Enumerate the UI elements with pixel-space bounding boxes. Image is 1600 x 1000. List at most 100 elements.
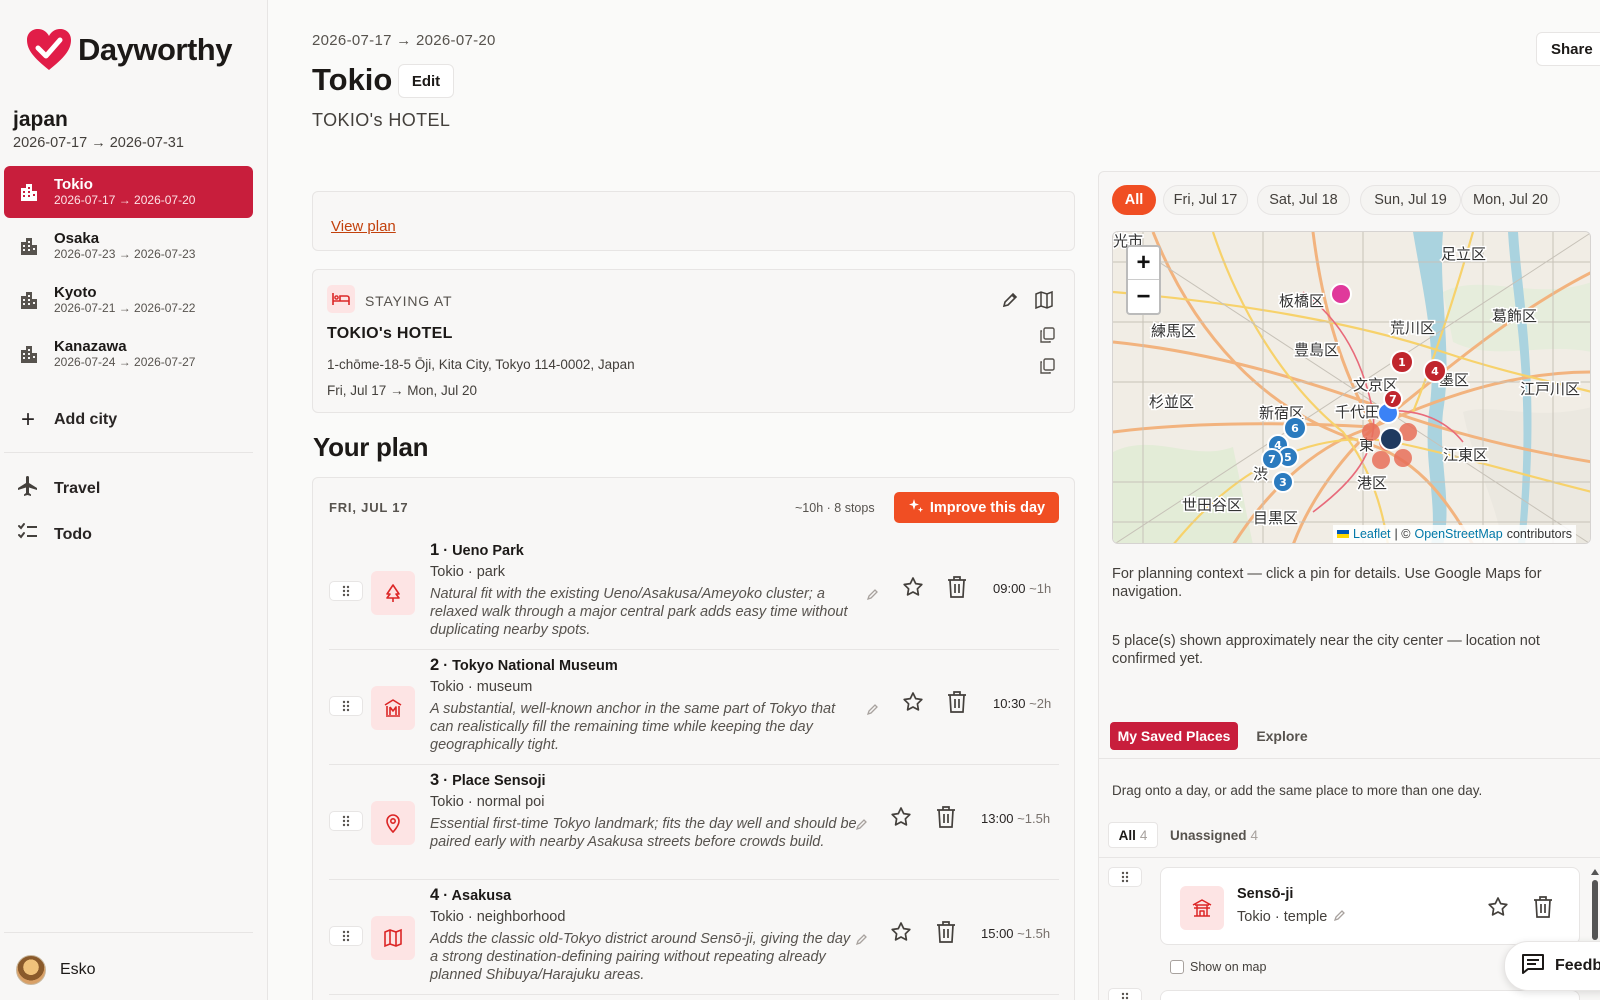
- star-icon[interactable]: [889, 805, 913, 834]
- tree-icon: [371, 571, 415, 615]
- stop-name: Place Sensoji: [452, 773, 546, 789]
- copy-hotel-name-icon[interactable]: [1036, 324, 1058, 346]
- feedback-button[interactable]: Feedback: [1504, 941, 1600, 991]
- edit-city-button[interactable]: Edit: [398, 64, 454, 98]
- edit-pencil-icon[interactable]: [1333, 908, 1347, 926]
- plan-stop[interactable]: 1 · Ueno Park Tokio · park Natural fit w…: [329, 535, 1059, 650]
- edit-note-pencil-icon[interactable]: [866, 702, 880, 721]
- map-label: 世田谷区: [1182, 496, 1242, 514]
- app-name: Dayworthy: [78, 32, 232, 67]
- add-city-label: Add city: [54, 411, 118, 428]
- show-on-map-checkbox[interactable]: [1170, 960, 1184, 974]
- map-label: 荒川区: [1390, 319, 1435, 337]
- map-label: 千代田: [1335, 403, 1380, 421]
- share-button[interactable]: Share: [1536, 32, 1600, 66]
- star-icon[interactable]: [901, 575, 925, 604]
- sidebar-city-osaka[interactable]: Osaka 2026-07-23 → 2026-07-23: [4, 220, 253, 272]
- day-meta: ~10h · 8 stops: [795, 501, 875, 515]
- city-dates: 2026-07-23 → 2026-07-23: [54, 247, 196, 261]
- improve-day-button[interactable]: Improve this day: [894, 492, 1059, 523]
- drag-handle-icon[interactable]: [329, 926, 363, 946]
- edit-hotel-pencil-icon[interactable]: [999, 289, 1021, 311]
- panel-divider: [1099, 758, 1600, 759]
- map-attribution: Leaflet | © OpenStreetMap contributors: [1333, 525, 1577, 543]
- day-filter-all[interactable]: All: [1112, 185, 1156, 215]
- trash-icon[interactable]: [946, 575, 968, 604]
- approx-location-note: 5 place(s) shown approximately near the …: [1112, 633, 1540, 667]
- trash-icon[interactable]: [935, 805, 957, 834]
- edit-note-pencil-icon[interactable]: [866, 587, 880, 606]
- trash-icon[interactable]: [946, 690, 968, 719]
- drag-handle-icon[interactable]: [329, 811, 363, 831]
- stop-subtitle: Tokio · normal poi: [430, 794, 545, 810]
- day-filter-mon[interactable]: Mon, Jul 20: [1461, 185, 1560, 215]
- edit-note-pencil-icon[interactable]: [855, 817, 869, 836]
- svg-text:5: 5: [1284, 451, 1292, 464]
- filter-unassigned[interactable]: Unassigned 4: [1170, 822, 1258, 848]
- view-plan-link[interactable]: View plan: [331, 218, 396, 235]
- stop-start: 09:00: [993, 581, 1026, 596]
- osm-link[interactable]: OpenStreetMap: [1414, 527, 1502, 541]
- tab-explore[interactable]: Explore: [1252, 722, 1312, 750]
- day-filter-fri[interactable]: Fri, Jul 17: [1163, 185, 1248, 215]
- add-city-button[interactable]: + Add city: [16, 406, 117, 434]
- show-hotel-map-icon[interactable]: [1033, 289, 1055, 311]
- star-icon[interactable]: [901, 690, 925, 719]
- checklist-icon: [16, 520, 40, 549]
- drag-handle-icon[interactable]: [329, 581, 363, 601]
- stop-start: 10:30: [993, 696, 1026, 711]
- sidebar-city-kyoto[interactable]: Kyoto 2026-07-21 → 2026-07-22: [4, 274, 253, 326]
- home-marker[interactable]: [1379, 427, 1403, 451]
- sidebar-city-kanazawa[interactable]: Kanazawa 2026-07-24 → 2026-07-27: [4, 328, 253, 380]
- edit-note-pencil-icon[interactable]: [855, 932, 869, 951]
- plan-stop[interactable]: 4 · Asakusa Tokio · neighborhood Adds th…: [329, 880, 1059, 995]
- stop-duration: ~2h: [1029, 696, 1052, 711]
- city-map[interactable]: 光市 足立区 板橋区 葛飾区 練馬区 荒川区 豊島区 文京区 江戸川区 杉並区 …: [1112, 231, 1591, 544]
- hotel-marker[interactable]: [1330, 283, 1352, 305]
- map-tiles: 光市 足立区 板橋区 葛飾区 練馬区 荒川区 豊島区 文京区 江戸川区 杉並区 …: [1113, 232, 1590, 543]
- saved-place-sub-text: Tokio · temple: [1237, 909, 1328, 925]
- saved-place-card[interactable]: [1160, 990, 1580, 1000]
- filter-all[interactable]: All 4: [1108, 822, 1158, 848]
- scrollbar-thumb[interactable]: [1592, 880, 1598, 940]
- copy-hotel-address-icon[interactable]: [1036, 355, 1058, 377]
- map-label: 杉並区: [1149, 393, 1194, 411]
- drag-handle-icon[interactable]: [1108, 988, 1142, 1000]
- city-buildings-icon: [18, 343, 40, 365]
- map-label: 江東区: [1443, 446, 1488, 464]
- page-title: Tokio: [312, 62, 393, 97]
- scroll-up-icon[interactable]: [1591, 868, 1599, 876]
- sidebar-item-travel[interactable]: Travel: [16, 474, 100, 503]
- feedback-label: Feedback: [1555, 957, 1600, 974]
- stop-time: 15:00 ~1.5h: [981, 926, 1050, 941]
- app-logo[interactable]: Dayworthy: [26, 28, 232, 72]
- day-filter-sun[interactable]: Sun, Jul 19: [1360, 185, 1461, 215]
- city-name: Tokio: [54, 176, 93, 193]
- map-label: 豊島区: [1294, 341, 1339, 359]
- drag-handle-icon[interactable]: [1108, 867, 1142, 887]
- trash-icon[interactable]: [1530, 894, 1556, 920]
- attribution-separator: | ©: [1394, 527, 1411, 541]
- stop-name: Asakusa: [451, 888, 512, 904]
- sidebar-item-todo[interactable]: Todo: [16, 520, 92, 549]
- svg-text:1: 1: [1398, 356, 1406, 369]
- star-icon[interactable]: [889, 920, 913, 949]
- stop-description: Adds the classic old-Tokyo district arou…: [430, 931, 851, 983]
- sidebar: Dayworthy japan 2026-07-17 → 2026-07-31 …: [0, 0, 268, 1000]
- tab-my-saved-places[interactable]: My Saved Places: [1110, 722, 1238, 750]
- plan-stop[interactable]: 3 · Place Sensoji Tokio · normal poi Ess…: [329, 765, 1059, 880]
- leaflet-link[interactable]: Leaflet: [1353, 527, 1391, 541]
- zoom-in-button[interactable]: +: [1128, 247, 1159, 280]
- show-on-map-toggle[interactable]: Show on map: [1170, 960, 1266, 974]
- stop-duration: ~1.5h: [1017, 926, 1051, 941]
- map-label: 港区: [1357, 474, 1387, 492]
- stop-duration: ~1.5h: [1017, 811, 1051, 826]
- plan-stop[interactable]: 2 · Tokyo National Museum Tokio · museum…: [329, 650, 1059, 765]
- star-icon[interactable]: [1485, 894, 1511, 920]
- user-menu[interactable]: Esko: [16, 955, 96, 985]
- sidebar-city-tokio[interactable]: Tokio 2026-07-17 → 2026-07-20: [4, 166, 253, 218]
- drag-handle-icon[interactable]: [329, 696, 363, 716]
- trash-icon[interactable]: [935, 920, 957, 949]
- zoom-out-button[interactable]: −: [1128, 280, 1159, 313]
- day-filter-sat[interactable]: Sat, Jul 18: [1257, 185, 1350, 215]
